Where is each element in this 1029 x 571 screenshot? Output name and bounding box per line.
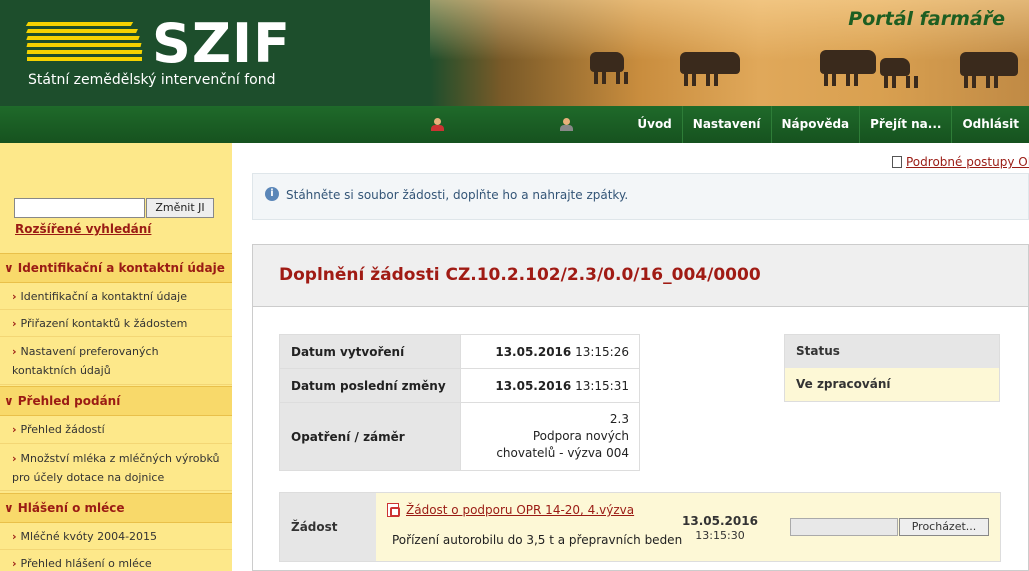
document-date: 13.05.2016 xyxy=(682,514,758,528)
chevron-right-icon: › xyxy=(12,452,17,465)
document-file-link[interactable]: Žádost o podporu OPR 14-20, 4.výzva xyxy=(406,503,634,517)
document-row: Žádost Žádost o podporu OPR 14-20, 4.výz… xyxy=(279,492,1001,562)
ji-search-input[interactable] xyxy=(14,198,145,218)
sidebar-section-identification[interactable]: ∨ Identifikační a kontaktní údaje xyxy=(0,253,232,283)
sidebar-item-contacts[interactable]: › Přiřazení kontaktů k žádostem xyxy=(0,310,232,337)
sidebar-item-milk-reports[interactable]: › Přehled hlášení o mléce xyxy=(0,550,232,571)
change-ji-button[interactable]: Změnit JI xyxy=(146,198,214,218)
site-header: SZIF Státní zemědělský intervenční fond … xyxy=(0,0,1029,106)
changed-label: Datum poslední změny xyxy=(279,368,461,403)
sidebar-item-milk-quotas[interactable]: › Mléčné kvóty 2004-2015 xyxy=(0,523,232,550)
sidebar-section-milk-reports[interactable]: ∨ Hlášení o mléce xyxy=(0,493,232,523)
chevron-right-icon: › xyxy=(12,557,17,570)
user-switch-icon[interactable] xyxy=(559,118,573,132)
status-value: Ve zpracování xyxy=(785,368,999,401)
sidebar-section-submissions[interactable]: ∨ Přehled podání xyxy=(0,386,232,416)
document-label: Žádost xyxy=(280,493,376,561)
logo-text: SZIF xyxy=(152,12,292,75)
created-value: 13.05.2016 13:15:26 xyxy=(460,334,640,369)
chevron-right-icon: › xyxy=(12,423,17,436)
sidebar-item-identification[interactable]: › Identifikační a kontaktní údaje xyxy=(0,283,232,310)
measure-label: Opatření / záměr xyxy=(279,402,461,471)
sidebar-item-applications[interactable]: › Přehled žádostí xyxy=(0,416,232,444)
document-icon xyxy=(892,156,902,168)
pdf-icon xyxy=(387,503,400,517)
user-icon[interactable] xyxy=(430,118,444,132)
details-table: Datum vytvoření 13.05.2016 13:15:26 Datu… xyxy=(279,334,640,471)
status-box: Status Ve zpracování xyxy=(784,334,1000,402)
nav-home[interactable]: Úvod xyxy=(627,106,681,143)
logo-subtitle: Státní zemědělský intervenční fond xyxy=(28,72,276,88)
advanced-search-link[interactable]: Rozšířené vyhledání xyxy=(15,222,151,236)
info-icon: i xyxy=(265,187,279,201)
nav-goto[interactable]: Přejít na... xyxy=(859,106,951,143)
help-link[interactable]: Podrobné postupy OPR xyxy=(892,155,1029,169)
info-message: i Stáhněte si soubor žádosti, doplňte ho… xyxy=(252,173,1029,220)
portal-title: Portál farmáře xyxy=(848,8,1005,30)
changed-value: 13.05.2016 13:15:31 xyxy=(460,368,640,403)
browse-button[interactable]: Procházet... xyxy=(899,518,989,536)
created-label: Datum vytvoření xyxy=(279,334,461,369)
chevron-down-icon: ∨ xyxy=(4,394,14,408)
measure-value: 2.3 Podpora nových chovatelů - výzva 004 xyxy=(460,402,640,471)
document-description: Pořízení autorobilu do 3,5 t a přepravní… xyxy=(392,533,683,547)
chevron-down-icon: ∨ xyxy=(4,261,14,275)
sidebar-item-preferred-contacts[interactable]: › Nastavení preferovaných kontaktních úda… xyxy=(0,337,232,385)
info-text: Stáhněte si soubor žádosti, doplňte ho a… xyxy=(286,188,629,202)
nav-settings[interactable]: Nastavení xyxy=(681,106,771,143)
nav-help[interactable]: Nápověda xyxy=(770,106,860,143)
status-label: Status xyxy=(785,335,999,368)
chevron-right-icon: › xyxy=(12,290,17,303)
chevron-right-icon: › xyxy=(12,317,17,330)
document-time: 13:15:30 xyxy=(695,529,745,542)
main-navbar: Úvod Nastavení Nápověda Přejít na... Odh… xyxy=(0,106,1029,143)
file-path-field[interactable] xyxy=(790,518,898,536)
chevron-down-icon: ∨ xyxy=(4,501,14,515)
sidebar-item-milk-products[interactable]: › Množství mléka z mléčných výrobků pro ú… xyxy=(0,444,232,491)
szif-logo-icon xyxy=(25,22,143,65)
nav-logout[interactable]: Odhlásit xyxy=(951,106,1029,143)
panel-header: Doplnění žádosti CZ.10.2.102/2.3/0.0/16_… xyxy=(253,245,1028,307)
sidebar: Změnit JI Rozšířené vyhledání ∨ Identifik… xyxy=(0,143,232,571)
page-title: Doplnění žádosti CZ.10.2.102/2.3/0.0/16_… xyxy=(279,265,761,285)
chevron-right-icon: › xyxy=(12,345,17,358)
chevron-right-icon: › xyxy=(12,530,17,543)
